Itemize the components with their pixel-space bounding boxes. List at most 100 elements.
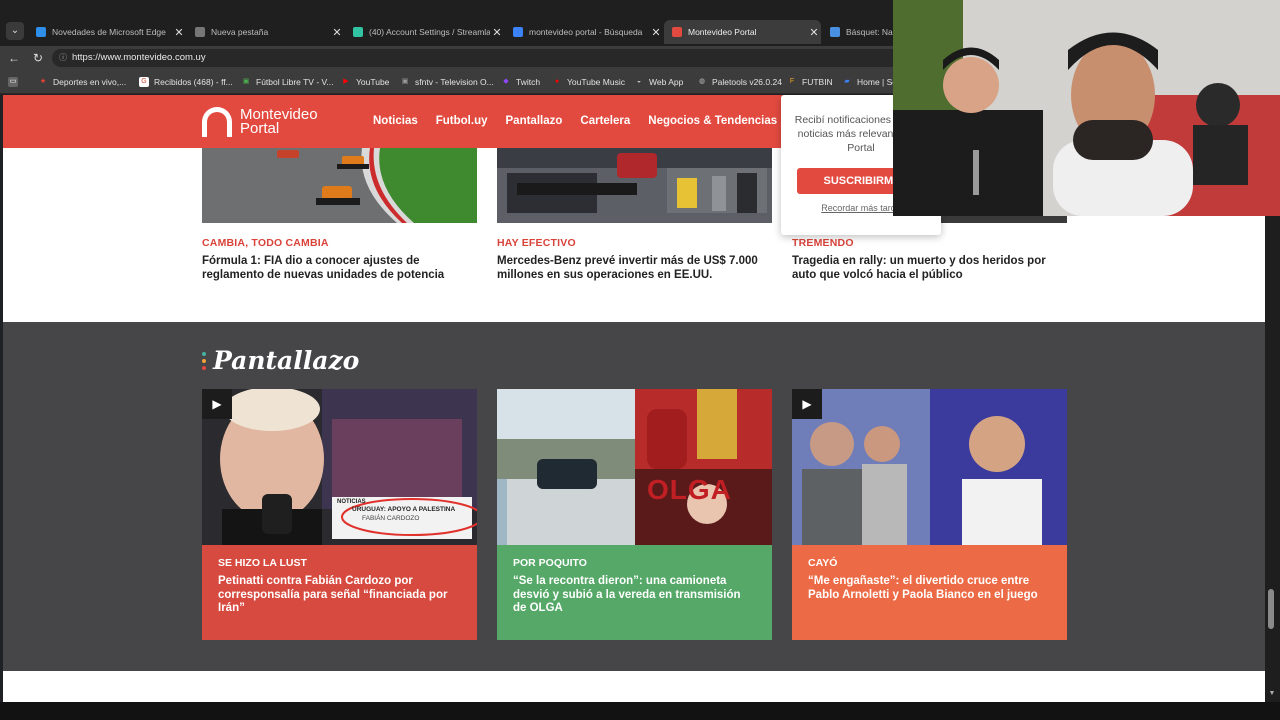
globe-icon: ◍ — [698, 78, 706, 85]
tab-favicon-icon — [672, 27, 682, 37]
futbin-icon: F — [789, 78, 795, 85]
article-headline[interactable]: Tragedia en rally: un muerto y dos herid… — [792, 255, 1072, 282]
nav-noticias[interactable]: Noticias — [373, 115, 418, 127]
pantallazo-card-body[interactable]: SE HIZO LA LUST Petinatti contra Fabián … — [202, 545, 477, 640]
bookmark-item[interactable]: ★ Deportes en vivo,... — [38, 75, 126, 89]
article-headline[interactable]: Mercedes-Benz prevé invertir más de US$ … — [497, 255, 777, 282]
portal-logo-icon — [202, 107, 232, 137]
pantallazo-card[interactable]: OLGA POR POQUITO “Se la recontra dieron”… — [497, 389, 772, 640]
article-kicker[interactable]: TREMENDO — [792, 237, 854, 249]
bookmark-label: FUTBIN — [802, 77, 833, 87]
tab-title: (40) Account Settings / Streamlabs — [369, 27, 490, 37]
scroll-down-icon[interactable]: ▼ — [1266, 690, 1278, 700]
pantallazo-section: Pantallazo NOTICIAS URUGUAY: APOYO A PAL… — [3, 322, 1265, 671]
play-video-icon[interactable]: ▶ — [792, 389, 822, 419]
tv-icon: ▣ — [242, 78, 250, 85]
pantallazo-card-body[interactable]: CAYÓ “Me engañaste”: el divertido cruce … — [792, 545, 1067, 640]
bookmark-icon: ▰ — [844, 78, 850, 85]
bookmark-item[interactable]: ▰ Home | Sc — [842, 75, 897, 89]
close-tab-icon[interactable]: ✕ — [330, 26, 344, 39]
main-nav: Noticias Futbol.uy Pantallazo Cartelera … — [373, 115, 820, 127]
close-tab-icon[interactable]: ✕ — [649, 26, 663, 39]
address-bar[interactable]: ⓘ https://www.montevideo.com.uy — [52, 49, 902, 67]
article-image-f1[interactable] — [202, 148, 477, 223]
twitch-icon: ◆ — [503, 78, 509, 85]
bookmark-label: Recibidos (468) - ff... — [154, 77, 233, 87]
section-title-text: Pantallazo — [213, 346, 360, 375]
bookmark-label: sfntv - Television O... — [415, 77, 494, 87]
bookmark-item[interactable]: F FUTBIN — [787, 75, 833, 89]
browser-tab[interactable]: Nueva pestaña ✕ — [187, 20, 344, 44]
address-url: https://www.montevideo.com.uy — [72, 52, 206, 63]
pantallazo-kicker: CAYÓ — [808, 557, 838, 569]
pantallazo-kicker: SE HIZO LA LUST — [218, 557, 307, 569]
close-tab-icon[interactable]: ✕ — [172, 26, 186, 39]
pantallazo-card[interactable]: NOTICIAS URUGUAY: APOYO A PALESTINA FABI… — [202, 389, 477, 640]
pantallazo-headline[interactable]: Petinatti contra Fabián Cardozo por corr… — [218, 575, 461, 616]
site-info-icon[interactable]: ⓘ — [59, 49, 67, 67]
tab-title: montevideo portal - Búsqueda — [529, 27, 643, 37]
browser-tab[interactable]: Básquet: Nacio — [822, 20, 902, 44]
browser-tab[interactable]: Montevideo Portal ✕ — [664, 20, 821, 44]
pantallazo-image-olga[interactable]: OLGA — [497, 389, 772, 545]
article-card[interactable]: HAY EFECTIVO Mercedes-Benz prevé inverti… — [497, 148, 772, 281]
browser-tab[interactable]: Novedades de Microsoft Edge ✕ — [28, 20, 186, 44]
bookmark-item[interactable]: G Recibidos (468) - ff... — [139, 75, 233, 89]
pantallazo-image-arnoletti[interactable]: ▶ — [792, 389, 1067, 545]
pantallazo-headline[interactable]: “Me engañaste”: el divertido cruce entre… — [808, 575, 1051, 602]
reload-icon[interactable]: ↻ — [30, 50, 46, 66]
pantallazo-headline[interactable]: “Se la recontra dieron”: una camioneta d… — [513, 575, 756, 616]
youtube-icon: ▶ — [343, 78, 349, 85]
tab-favicon-icon — [195, 27, 205, 37]
browser-tab[interactable]: (40) Account Settings / Streamlabs ✕ — [345, 20, 504, 44]
tab-favicon-icon — [513, 27, 523, 37]
browser-tab[interactable]: montevideo portal - Búsqueda ✕ — [505, 20, 663, 44]
article-kicker[interactable]: HAY EFECTIVO — [497, 237, 576, 249]
pantallazo-kicker: POR POQUITO — [513, 557, 587, 569]
bookmark-item[interactable]: ▣ Fútbol Libre TV - V... — [241, 75, 334, 89]
browser-window: ⌄ Novedades de Microsoft Edge ✕ Nueva pest… — [0, 0, 1280, 720]
nav-pantallazo[interactable]: Pantallazo — [506, 115, 563, 127]
nav-negocios[interactable]: Negocios & Tendencias — [648, 115, 777, 127]
youtube-music-icon: ● — [554, 78, 560, 85]
site-logo[interactable]: Montevideo Portal — [202, 105, 318, 139]
back-icon[interactable]: ← — [6, 50, 22, 66]
article-card[interactable]: CAMBIA, TODO CAMBIA Fórmula 1: FIA dio a… — [202, 148, 477, 281]
bookmark-item[interactable]: ◒ Web App — [634, 75, 683, 89]
section-title[interactable]: Pantallazo — [202, 346, 359, 375]
bookmark-item[interactable]: ◍ Paletools v26.0.24 — [697, 75, 782, 89]
logo-line2: Portal — [240, 120, 280, 137]
article-kicker[interactable]: CAMBIA, TODO CAMBIA — [202, 237, 329, 249]
tab-actions-menu-icon[interactable]: ⌄ — [6, 22, 24, 40]
web-app-icon: ◒ — [636, 78, 642, 85]
pantallazo-image-petinatti[interactable]: NOTICIAS URUGUAY: APOYO A PALESTINA FABI… — [202, 389, 477, 545]
article-headline[interactable]: Fórmula 1: FIA dio a conocer ajustes de … — [202, 255, 482, 282]
google-icon: G — [139, 77, 149, 87]
tab-title: Novedades de Microsoft Edge — [52, 27, 166, 37]
article-image-mercedes[interactable] — [497, 148, 772, 223]
bookmark-label: Web App — [649, 77, 684, 87]
bookmark-item[interactable]: ● YouTube Music — [552, 75, 625, 89]
pantallazo-card-body[interactable]: POR POQUITO “Se la recontra dieron”: una… — [497, 545, 772, 640]
thumb-caption: URUGUAY: APOYO A PALESTINA — [352, 506, 456, 513]
bookmark-item[interactable]: ▣ sfntv - Television O... — [400, 75, 494, 89]
play-video-icon[interactable]: ▶ — [202, 389, 232, 419]
scrollbar-thumb[interactable] — [1268, 589, 1274, 629]
bookmark-label: Home | Sc — [857, 77, 897, 87]
nav-futbol[interactable]: Futbol.uy — [436, 115, 488, 127]
tab-favicon-icon — [830, 27, 840, 37]
nav-cartelera[interactable]: Cartelera — [580, 115, 630, 127]
bookmark-label: Fútbol Libre TV - V... — [256, 77, 334, 87]
close-tab-icon[interactable]: ✕ — [490, 26, 504, 39]
bookmarks-menu-icon[interactable]: ▭ — [8, 75, 23, 89]
pantallazo-card[interactable]: ▶ CAYÓ “Me engañaste”: el divertido cruc… — [792, 389, 1067, 640]
bookmark-item[interactable]: ▶ YouTube — [341, 75, 389, 89]
close-tab-icon[interactable]: ✕ — [807, 26, 821, 39]
bookmark-label: Paletools v26.0.24 — [712, 77, 782, 87]
thumb-caption: FABIÁN CARDOZO — [362, 515, 420, 522]
bookmark-item[interactable]: ◆ Twitch — [501, 75, 540, 89]
star-icon: ★ — [39, 78, 47, 85]
section-dots-icon — [202, 351, 207, 370]
bookmark-label: YouTube Music — [567, 77, 625, 87]
thumb-caption: NOTICIAS — [337, 499, 366, 505]
